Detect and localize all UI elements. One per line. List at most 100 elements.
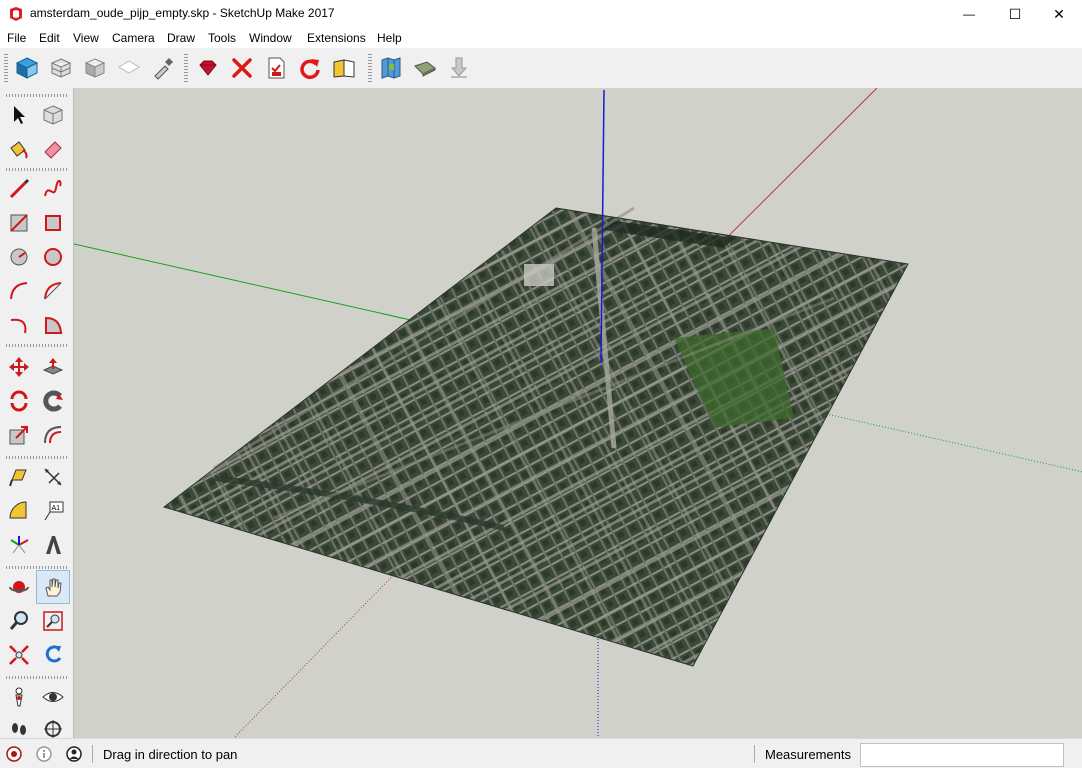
wireframe-style-button[interactable]: [46, 52, 76, 84]
wireframe-style-icon: [50, 58, 72, 78]
position-camera-tool[interactable]: [4, 682, 34, 712]
user-account-icon[interactable]: [66, 746, 82, 762]
orbit-icon: [9, 581, 29, 593]
menu-bar: File Edit View Camera Draw Tools Window …: [0, 28, 1082, 48]
shaded-style-button[interactable]: [80, 52, 110, 84]
three-point-arc-tool[interactable]: [4, 310, 34, 340]
orbit-tool[interactable]: [4, 572, 34, 602]
follow-me-tool[interactable]: [38, 386, 68, 416]
previous-view-tool[interactable]: [38, 640, 68, 670]
rotate-tool[interactable]: [4, 386, 34, 416]
zoom-tool[interactable]: [4, 606, 34, 636]
add-location-button[interactable]: [376, 52, 406, 84]
status-bar: Drag in direction to pan Measurements: [0, 738, 1082, 768]
window-title: amsterdam_oude_pijp_empty.skp - SketchUp…: [30, 6, 335, 20]
walk-icon: [12, 723, 26, 735]
toolbar-grip[interactable]: [368, 54, 372, 82]
look-around-tool[interactable]: [38, 682, 68, 712]
maximize-button[interactable]: ☐: [992, 0, 1038, 28]
credits-info-icon[interactable]: [36, 746, 52, 762]
redo-button[interactable]: [295, 52, 325, 84]
menu-window[interactable]: Window: [249, 31, 292, 45]
polygon-icon: [44, 248, 62, 266]
3d-text-tool[interactable]: [38, 530, 68, 560]
menu-tools[interactable]: Tools: [208, 31, 236, 45]
scale-icon: [9, 426, 28, 445]
hidden-line-style-button[interactable]: [114, 52, 144, 84]
paint-bucket-tool[interactable]: [4, 134, 34, 164]
protractor-tool[interactable]: [4, 496, 34, 526]
pie-icon: [45, 316, 63, 334]
close-button[interactable]: ✕: [1036, 0, 1082, 28]
axes-tool[interactable]: [4, 530, 34, 560]
scene-canvas[interactable]: [74, 88, 1082, 738]
select-icon: [14, 106, 25, 124]
menu-edit[interactable]: Edit: [39, 31, 60, 45]
text-label-icon: A1: [44, 501, 64, 521]
two-point-arc-tool[interactable]: [38, 276, 68, 306]
rotated-rectangle-tool[interactable]: [38, 208, 68, 238]
open-book-button[interactable]: [329, 52, 359, 84]
minimize-button[interactable]: —: [946, 0, 992, 28]
photo-textures-button[interactable]: [410, 52, 440, 84]
measurements-input[interactable]: [860, 743, 1064, 767]
toolbar-grip[interactable]: [6, 168, 68, 171]
dimension-tool[interactable]: [38, 462, 68, 492]
text-tool[interactable]: A1: [38, 496, 68, 526]
zoom-window-tool[interactable]: [38, 606, 68, 636]
freehand-tool[interactable]: [38, 174, 68, 204]
toolbar-grip[interactable]: [6, 344, 68, 347]
eyedropper-button[interactable]: [148, 52, 178, 84]
status-separator: [754, 745, 755, 763]
look-around-icon: [42, 692, 64, 702]
report-icon: [268, 57, 285, 79]
modeling-viewport[interactable]: [73, 88, 1082, 738]
push-pull-tool[interactable]: [38, 352, 68, 382]
toolbar-grip[interactable]: [6, 94, 68, 97]
paint-bucket-icon: [10, 141, 28, 159]
aerial-map-plane[interactable]: [162, 206, 909, 667]
eraser-tool[interactable]: [38, 134, 68, 164]
redo-icon: [300, 59, 320, 80]
rectangle-tool[interactable]: [4, 208, 34, 238]
download-model-button[interactable]: [444, 52, 474, 84]
scale-tool[interactable]: [4, 420, 34, 450]
geolocation-icon[interactable]: [6, 746, 22, 762]
toolbar-grip[interactable]: [6, 456, 68, 459]
toolbar-grip[interactable]: [184, 54, 188, 82]
offset-icon: [44, 426, 62, 444]
move-tool[interactable]: [4, 352, 34, 382]
menu-file[interactable]: File: [7, 31, 26, 45]
tape-measure-icon: [9, 469, 27, 487]
line-tool[interactable]: [4, 174, 34, 204]
menu-help[interactable]: Help: [377, 31, 402, 45]
section-plane-icon: [44, 720, 62, 738]
delete-button[interactable]: [227, 52, 257, 84]
extension-warehouse-button[interactable]: [193, 52, 223, 84]
previous-view-icon: [45, 645, 62, 663]
pan-tool[interactable]: [36, 570, 70, 604]
menu-view[interactable]: View: [73, 31, 99, 45]
select-tool[interactable]: [4, 100, 34, 130]
report-button[interactable]: [261, 52, 291, 84]
tape-measure-tool[interactable]: [4, 462, 34, 492]
polygon-tool[interactable]: [38, 242, 68, 272]
position-camera-icon: [15, 687, 23, 707]
arc-tool[interactable]: [4, 276, 34, 306]
title-bar: amsterdam_oude_pijp_empty.skp - SketchUp…: [0, 0, 1082, 28]
eraser-icon: [44, 141, 62, 159]
iso-view-button[interactable]: [12, 52, 42, 84]
offset-tool[interactable]: [38, 420, 68, 450]
menu-camera[interactable]: Camera: [112, 31, 155, 45]
make-component-tool[interactable]: [38, 100, 68, 130]
menu-extensions[interactable]: Extensions: [307, 31, 366, 45]
3d-text-icon: [46, 536, 61, 554]
pie-tool[interactable]: [38, 310, 68, 340]
toolbar-grip[interactable]: [4, 54, 8, 82]
circle-tool[interactable]: [4, 242, 34, 272]
rotate-icon: [10, 390, 28, 412]
menu-draw[interactable]: Draw: [167, 31, 195, 45]
toolbar-grip[interactable]: [6, 676, 68, 679]
toolbar-grip[interactable]: [6, 566, 68, 569]
zoom-extents-tool[interactable]: [4, 640, 34, 670]
